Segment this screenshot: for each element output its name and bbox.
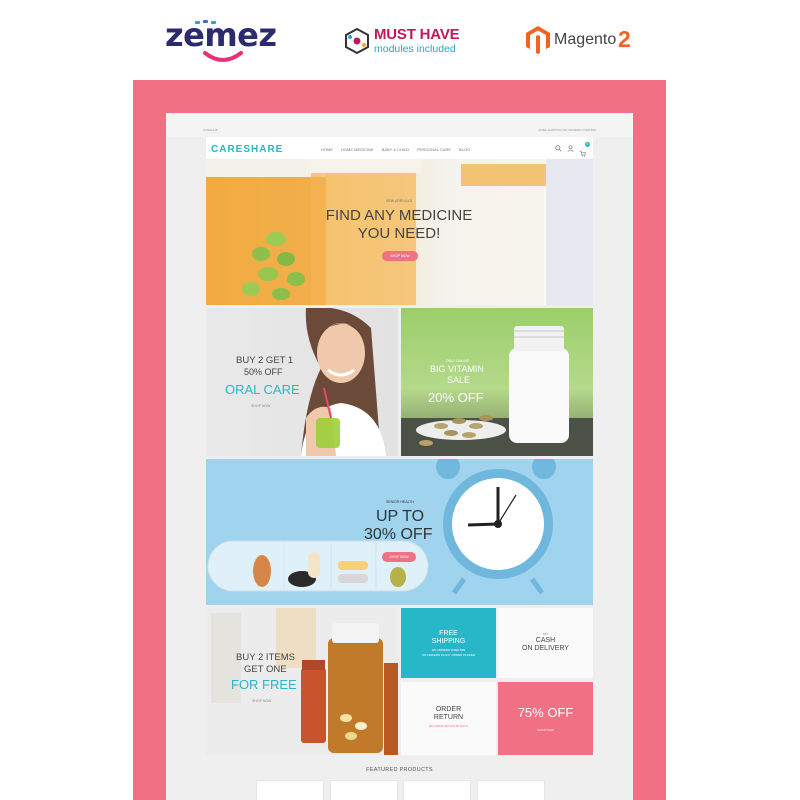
- hero-banner[interactable]: NEW ARRIVALS FIND ANY MEDICINE YOU NEED!…: [206, 159, 593, 305]
- vitamin-line2: SALE: [447, 375, 471, 385]
- zemez-smile-icon: [203, 51, 243, 62]
- product-card[interactable]: [256, 780, 324, 800]
- nav-icons: 0: [555, 142, 590, 157]
- hero-title-line2: YOU NEED!: [357, 225, 441, 242]
- free-item-banner[interactable]: BUY 2 ITEMS GET ONE FOR FREE SHOP NOW: [206, 608, 398, 755]
- store-logo[interactable]: CARESHARE: [211, 144, 283, 155]
- user-icon[interactable]: [567, 144, 574, 152]
- cart-button[interactable]: 0: [579, 142, 590, 157]
- menu-item-personal-care[interactable]: PERSONAL CARE: [417, 147, 451, 152]
- order-return-tile[interactable]: ORDER RETURN RETURNS WITHIN 30 DAYS: [401, 682, 496, 755]
- store-navbar: CARESHARE HOME HOME MEDICINE BABY & CHIL…: [206, 137, 593, 159]
- hexagon-icon: [345, 28, 369, 54]
- vitamin-bottle-image: [401, 326, 593, 456]
- product-card[interactable]: [403, 780, 471, 800]
- magento-logo-icon: [526, 26, 550, 54]
- shipping-subtext: ON ORDERS OVER $99: [431, 648, 466, 652]
- order-line1: ORDER: [435, 706, 462, 713]
- product-card[interactable]: [330, 780, 398, 800]
- senior-health-kicker: SENIOR HEALTH: [386, 500, 414, 504]
- free-offer-line2: GET ONE: [244, 664, 287, 675]
- order-line2: RETURN: [433, 714, 464, 721]
- magento-version: 2: [618, 26, 631, 52]
- oral-offer-line1: BUY 2 GET 1: [236, 355, 294, 366]
- cash-line1: CASH: [535, 637, 556, 644]
- topbar-right-text: FREE SHIPPING ON ORDERS OVER $99: [538, 128, 596, 132]
- must-have-subtitle: modules included: [374, 43, 456, 55]
- oral-care-banner[interactable]: BUY 2 GET 1 50% OFF ORAL CARE SHOP NOW: [206, 308, 398, 456]
- senior-offer-line2: 30% OFF: [364, 526, 433, 543]
- must-have-title: MUST HAVE: [374, 26, 460, 43]
- topbar-left-text: CAREHUB: [203, 128, 218, 132]
- sale-headline: 75% OFF: [517, 705, 574, 720]
- oral-shop-now-link[interactable]: SHOP NOW: [251, 404, 270, 408]
- store-topbar: CAREHUB FREE SHIPPING ON ORDERS OVER $99: [166, 113, 633, 137]
- vitamin-sale-banner[interactable]: ONLY ONLINE BIG VITAMIN SALE 20% OFF: [401, 308, 593, 456]
- vitamin-line1: BIG VITAMIN: [430, 364, 484, 374]
- shipping-line2: SHIPPING: [431, 638, 466, 645]
- store-page: CAREHUB FREE SHIPPING ON ORDERS OVER $99…: [166, 113, 633, 800]
- free-offer-title: FOR FREE: [231, 677, 297, 692]
- cash-kicker: PAY: [542, 632, 549, 636]
- menu-item-blog[interactable]: BLOG: [459, 147, 470, 152]
- cart-count-badge: 0: [585, 142, 590, 147]
- main-menu: HOME HOME MEDICINE BABY & CHILD PERSONAL…: [321, 147, 470, 152]
- product-card[interactable]: [477, 780, 545, 800]
- sale-shop-now-link[interactable]: SHOP NOW: [498, 728, 593, 732]
- free-shop-now-link[interactable]: SHOP NOW: [252, 699, 271, 703]
- oral-offer-line2: 50% OFF: [244, 367, 283, 377]
- zemez-dots-icon: [195, 20, 216, 24]
- cash-line2: ON DELIVERY: [522, 645, 569, 652]
- free-shipping-tile[interactable]: FREE SHIPPING ON ORDERS OVER $99 ON ORDE…: [401, 608, 496, 678]
- menu-item-home-medicine[interactable]: HOME MEDICINE: [341, 147, 374, 152]
- vitamin-discount: 20% OFF: [428, 390, 484, 405]
- cash-on-delivery-tile[interactable]: PAY CASH ON DELIVERY: [498, 608, 593, 678]
- vitamin-kicker: ONLY ONLINE: [446, 359, 470, 363]
- free-offer-line1: BUY 2 ITEMS: [236, 652, 295, 663]
- hero-kicker: NEW ARRIVALS: [386, 199, 412, 203]
- magento-label: Magento: [554, 31, 617, 48]
- featured-products-heading: FEATURED PRODUCTS: [366, 767, 433, 773]
- must-have-badge: MUST HAVE modules included: [344, 26, 464, 60]
- search-icon[interactable]: [555, 144, 562, 152]
- senior-health-banner[interactable]: SENIOR HEALTH UP TO 30% OFF SHOP NOW: [206, 459, 593, 605]
- order-subtext: RETURNS WITHIN 30 DAYS: [429, 724, 468, 728]
- zemez-logo: zemez: [165, 18, 277, 66]
- senior-shop-now-button[interactable]: SHOP NOW: [382, 552, 416, 562]
- sale-75-tile[interactable]: 75% OFF SHOP NOW: [498, 682, 593, 755]
- promo-header: zemez MUST HAVE modules included Magento…: [0, 0, 800, 80]
- senior-offer-line1: UP TO: [376, 508, 425, 525]
- oral-offer-title: ORAL CARE: [225, 382, 300, 397]
- cart-icon: [579, 151, 586, 157]
- hero-shop-now-button[interactable]: SHOP NOW: [382, 251, 418, 261]
- magento-badge: Magento 2: [526, 26, 636, 56]
- hero-title: FIND ANY MEDICINE YOU NEED!: [289, 207, 509, 243]
- shipping-subtext-2: ON ORDERS IN ANY ORDER PLACED: [421, 653, 476, 657]
- menu-item-home[interactable]: HOME: [321, 147, 333, 152]
- menu-item-baby-child[interactable]: BABY & CHILD: [382, 147, 410, 152]
- shipping-line1: FREE: [439, 630, 458, 637]
- hero-title-line1: FIND ANY MEDICINE: [325, 207, 473, 224]
